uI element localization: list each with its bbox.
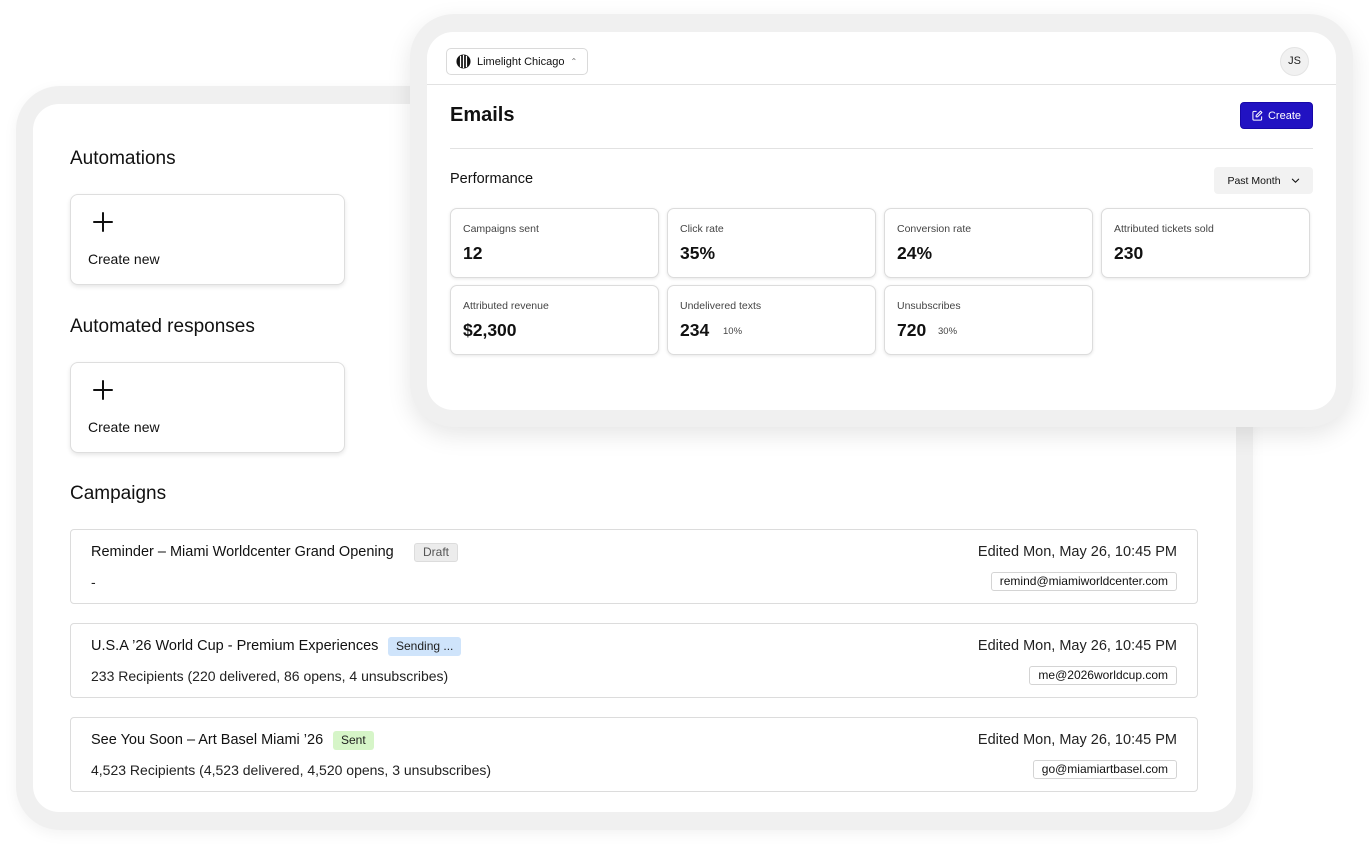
automated-responses-title: Automated responses (70, 316, 255, 337)
plus-icon (93, 212, 113, 232)
metric-label: Attributed tickets sold (1114, 223, 1214, 235)
campaign-summary: - (91, 574, 96, 590)
metric-label: Unsubscribes (897, 300, 961, 312)
top-bar: Limelight Chicago ⌃ JS (427, 32, 1336, 85)
status-badge-draft: Draft (414, 543, 459, 562)
chevron-up-down-icon: ⌃ (570, 57, 578, 66)
date-range-dropdown[interactable]: Past Month (1214, 167, 1313, 194)
metric-label: Click rate (680, 223, 724, 235)
create-automation-button[interactable]: Create new (70, 194, 345, 285)
metric-label: Attributed revenue (463, 300, 549, 312)
campaign-row[interactable]: Reminder – Miami Worldcenter Grand Openi… (70, 529, 1198, 604)
avatar[interactable]: JS (1280, 47, 1309, 76)
campaign-summary: 233 Recipients (220 delivered, 86 opens,… (91, 668, 449, 684)
metric-card-conversion-rate: Conversion rate 24% (884, 208, 1093, 278)
campaign-sender-email: remind@miamiworldcenter.com (990, 572, 1177, 591)
create-email-label: Create (1267, 109, 1302, 122)
campaign-edited-date: Edited Mon, May 26, 10:45 PM (977, 544, 1177, 560)
campaign-title: U.S.A ’26 World Cup - Premium Experience… (91, 638, 379, 654)
create-automated-response-label: Create new (88, 419, 160, 435)
chevron-down-icon (1291, 178, 1299, 183)
status-badge-sending: Sending ... (388, 637, 462, 656)
emails-panel: Limelight Chicago ⌃ JS Emails Create Per… (427, 32, 1336, 410)
page-title: Emails (450, 104, 515, 126)
metric-value: 24% (897, 243, 933, 263)
create-email-button[interactable]: Create (1240, 102, 1313, 129)
metric-value: 720 (897, 320, 927, 340)
create-automation-label: Create new (88, 251, 160, 267)
automations-title: Automations (70, 148, 176, 169)
metric-value: 234 (680, 320, 710, 340)
metric-percent: 30% (938, 326, 958, 337)
metric-value: 230 (1114, 243, 1144, 263)
campaign-edited-date: Edited Mon, May 26, 10:45 PM (977, 638, 1177, 654)
campaign-title: Reminder – Miami Worldcenter Grand Openi… (91, 544, 394, 560)
metric-card-attributed-tickets-sold: Attributed tickets sold 230 (1101, 208, 1310, 278)
metric-label: Undelivered texts (680, 300, 762, 312)
venue-logo-icon (456, 54, 471, 69)
org-name: Limelight Chicago (477, 55, 565, 68)
metric-card-attributed-revenue: Attributed revenue $2,300 (450, 285, 659, 355)
metric-percent: 10% (723, 326, 743, 337)
metric-value: 35% (680, 243, 716, 263)
create-automated-response-button[interactable]: Create new (70, 362, 345, 453)
campaign-row[interactable]: See You Soon – Art Basel Miami ’26 Sent … (70, 717, 1198, 792)
campaign-title: See You Soon – Art Basel Miami ’26 (91, 732, 324, 748)
metric-card-undelivered-texts: Undelivered texts 234 10% (667, 285, 876, 355)
metric-value: 12 (463, 243, 483, 263)
campaign-sender-email: go@miamiartbasel.com (1032, 760, 1177, 779)
plus-icon (93, 380, 113, 400)
org-switcher[interactable]: Limelight Chicago ⌃ (446, 48, 589, 75)
campaign-sender-email: me@2026worldcup.com (1029, 666, 1177, 685)
campaigns-title: Campaigns (70, 483, 167, 504)
status-badge-sent: Sent (333, 731, 374, 750)
metric-value: $2,300 (463, 320, 517, 340)
campaign-edited-date: Edited Mon, May 26, 10:45 PM (977, 732, 1177, 748)
metric-card-unsubscribes: Unsubscribes 720 30% (884, 285, 1093, 355)
metric-label: Conversion rate (897, 223, 972, 235)
campaign-row[interactable]: U.S.A ’26 World Cup - Premium Experience… (70, 623, 1198, 698)
emails-panel-frame: Limelight Chicago ⌃ JS Emails Create Per… (410, 14, 1353, 427)
campaign-summary: 4,523 Recipients (4,523 delivered, 4,520… (91, 762, 492, 778)
edit-icon (1252, 110, 1263, 121)
performance-title: Performance (450, 171, 534, 187)
date-range-label: Past Month (1227, 174, 1281, 187)
metric-card-click-rate: Click rate 35% (667, 208, 876, 278)
metric-label: Campaigns sent (463, 223, 539, 235)
divider (450, 148, 1313, 149)
metric-card-campaigns-sent: Campaigns sent 12 (450, 208, 659, 278)
